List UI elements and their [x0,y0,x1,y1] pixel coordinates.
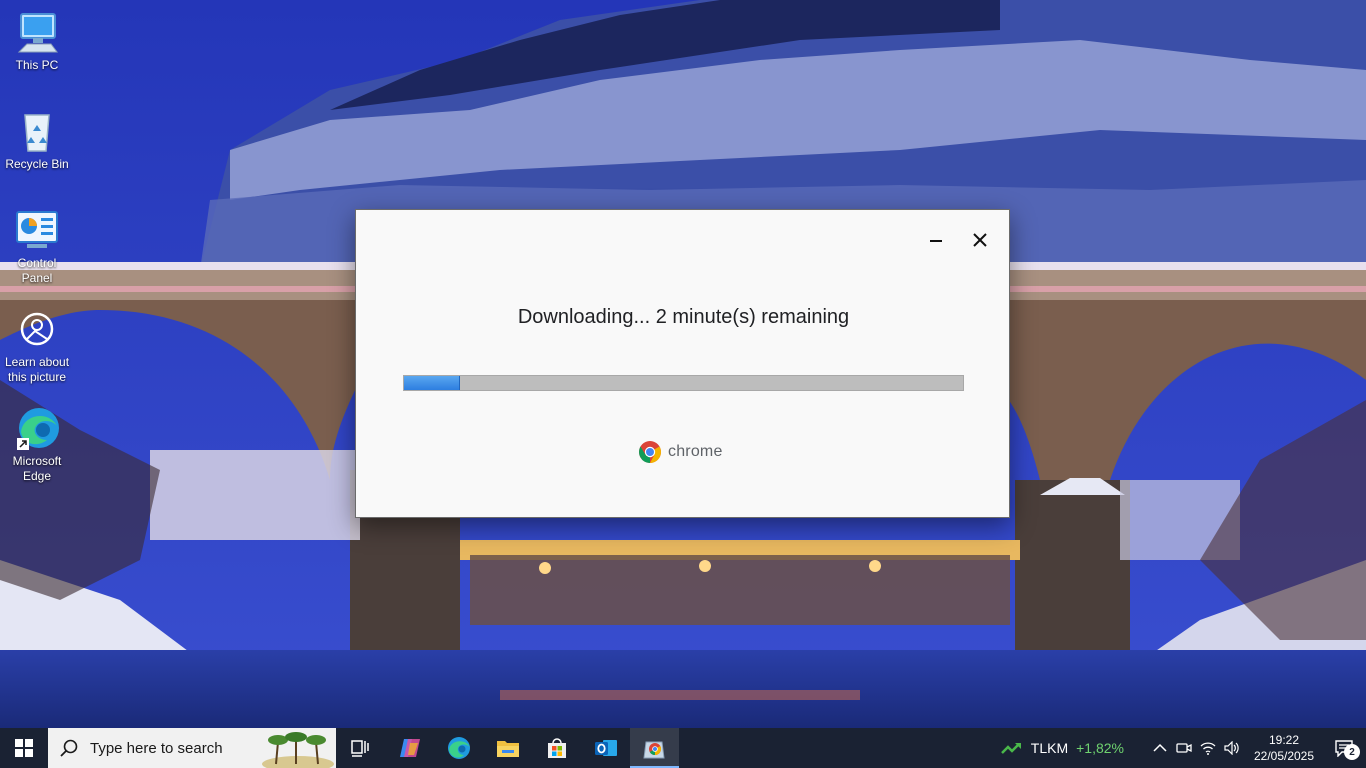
close-button[interactable] [964,224,996,256]
recycle-bin-icon [13,107,61,155]
stock-widget[interactable]: TLKM +1,82% [1000,740,1124,756]
minimize-icon [930,240,942,242]
clock-time: 19:22 [1268,733,1300,747]
microsoft-store-icon [547,738,566,758]
taskbar-file-explorer[interactable] [483,728,532,768]
search-highlight-icon [262,732,334,768]
search-placeholder: Type here to search [90,739,223,757]
chrome-brand: chrome [638,440,723,464]
taskbar-outlook[interactable] [581,728,630,768]
system-tray: TLKM +1,82% 19:22 22/05/2025 2 [1000,728,1366,768]
edge-icon [13,404,61,452]
taskbar-search-box[interactable]: Type here to search [48,728,336,768]
desktop-icon-learn-about-picture[interactable]: Learn about this picture [2,305,72,385]
tray-meet-button[interactable] [1172,728,1196,768]
download-progress-bar [403,375,964,391]
outlook-icon [594,740,617,756]
meet-now-icon [1176,743,1192,753]
stock-symbol: TLKM [1030,740,1069,756]
tray-network-button[interactable] [1196,728,1220,768]
desktop-icon-this-pc[interactable]: This PC [2,8,72,73]
tray-volume-button[interactable] [1220,728,1244,768]
desktop-icon-label: Control Panel [17,256,57,285]
desktop-icon-microsoft-edge[interactable]: Microsoft Edge [2,404,72,484]
close-icon [973,233,987,247]
minimize-button[interactable] [920,224,952,256]
action-center-button[interactable]: 2 [1322,728,1366,768]
desktop-icon-control-panel[interactable]: Control Panel [2,206,72,286]
this-pc-icon [13,8,61,56]
download-progress-fill [404,376,460,390]
taskbar-microsoft-store[interactable] [532,728,581,768]
taskbar-copilot[interactable] [385,728,434,768]
control-panel-icon [13,206,61,254]
stock-up-icon [1000,743,1021,754]
task-view-icon [350,740,369,757]
taskbar-clock[interactable]: 19:22 22/05/2025 [1246,732,1322,764]
wifi-icon [1200,742,1216,755]
windows-logo-icon [15,739,33,757]
clock-date: 22/05/2025 [1253,749,1315,763]
volume-icon [1224,741,1239,755]
camera-icon [13,305,61,353]
desktop-icon-label: Learn about this picture [4,355,70,384]
chrome-logo-icon [639,441,661,463]
stock-change: +1,82% [1076,740,1124,756]
desktop-icon-label: Recycle Bin [5,157,69,171]
file-explorer-icon [496,741,519,757]
start-button[interactable] [0,728,48,768]
chrome-brand-label: chrome [668,443,723,460]
taskbar-task-view[interactable] [336,728,385,768]
desktop-icon-recycle-bin[interactable]: Recycle Bin [2,107,72,172]
notification-count-badge: 2 [1344,744,1360,760]
chrome-installer-dialog: Downloading... 2 minute(s) remaining chr… [355,209,1010,518]
search-icon [60,739,78,757]
taskbar-chrome-installer[interactable] [630,728,679,768]
taskbar: Type here to search TLKM +1,82% 19:22 22… [0,728,1366,768]
taskbar-edge[interactable] [434,728,483,768]
download-status-text: Downloading... 2 minute(s) remaining [517,306,850,328]
copilot-icon [399,739,420,757]
chevron-up-icon [1153,743,1167,752]
desktop-icon-label: Microsoft Edge [12,454,62,483]
chrome-installer-icon [642,741,665,759]
desktop-icon-label: This PC [15,58,59,72]
edge-icon [447,737,470,759]
show-hidden-icons-button[interactable] [1148,728,1172,768]
